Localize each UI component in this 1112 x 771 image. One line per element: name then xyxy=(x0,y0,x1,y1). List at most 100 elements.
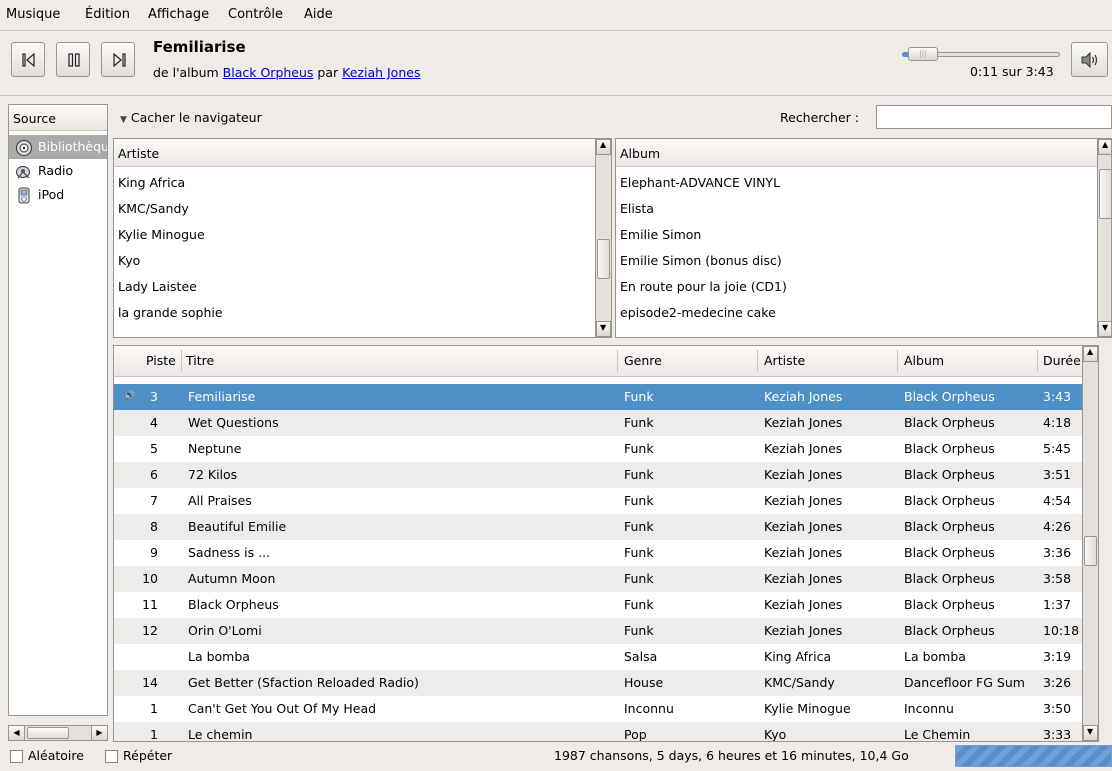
table-row[interactable]: 5 Neptune Funk Keziah Jones Black Orpheus 5:4… xyxy=(114,436,1098,462)
track-title: All Praises xyxy=(188,493,252,508)
scroll-up-icon[interactable]: ▲ xyxy=(1083,346,1098,362)
scroll-left-icon[interactable]: ◀ xyxy=(9,726,25,740)
table-row[interactable]: 8 Beautiful Emilie Funk Keziah Jones Black O… xyxy=(114,514,1098,540)
pause-button[interactable] xyxy=(56,42,90,77)
source-header[interactable]: Source xyxy=(9,105,107,131)
seek-thumb[interactable]: ||| xyxy=(908,47,938,61)
table-row[interactable]: 14 Get Better (Sfaction Reloaded Radio) Ho… xyxy=(114,670,1098,696)
sidebar-item-ipod[interactable]: iPod xyxy=(9,183,107,207)
sidebar-item-radio[interactable]: Radio xyxy=(9,159,107,183)
volume-button[interactable] xyxy=(1071,42,1108,77)
album-row[interactable]: Elista xyxy=(616,193,1111,219)
artist-row[interactable]: Lady Laistee xyxy=(114,271,611,297)
column-header-album[interactable]: Album xyxy=(904,353,944,368)
column-header-title[interactable]: Titre xyxy=(186,353,214,368)
table-row[interactable]: 9 Sadness is ... Funk Keziah Jones Black Orp… xyxy=(114,540,1098,566)
search-input[interactable] xyxy=(876,105,1112,129)
shuffle-checkbox[interactable] xyxy=(10,750,23,763)
track-list-header: Piste Titre Genre Artiste Album Durée xyxy=(114,346,1098,377)
sidebar-item-library[interactable]: Bibliothèque xyxy=(9,135,107,159)
table-row[interactable]: 1 Le chemin Pop Kyo Le Chemin 3:33 xyxy=(114,722,1098,742)
sidebar-item-label: Bibliothèque xyxy=(38,139,107,154)
column-header-track[interactable]: Piste xyxy=(146,353,176,368)
artist-vscrollbar[interactable]: ▲ ▼ xyxy=(595,139,611,337)
scroll-thumb[interactable] xyxy=(1099,169,1111,219)
scroll-up-icon[interactable]: ▲ xyxy=(596,139,611,155)
artist-row[interactable]: la grande sophie xyxy=(114,297,611,323)
track-genre: Funk xyxy=(624,493,654,508)
menu-aide[interactable]: Aide xyxy=(304,7,333,22)
menu-controle[interactable]: Contrôle xyxy=(228,7,283,22)
track-genre: Funk xyxy=(624,623,654,638)
triangle-down-icon: ▼ xyxy=(120,115,127,125)
track-title: Can't Get You Out Of My Head xyxy=(188,701,377,716)
album-link[interactable]: Black Orpheus xyxy=(223,65,314,80)
repeat-checkbox[interactable] xyxy=(105,750,118,763)
track-album: Black Orpheus xyxy=(904,467,995,482)
scroll-thumb[interactable] xyxy=(1084,536,1097,566)
table-row[interactable]: 6 72 Kilos Funk Keziah Jones Black Orpheus 3:… xyxy=(114,462,1098,488)
table-row[interactable]: 4 Wet Questions Funk Keziah Jones Black Orph… xyxy=(114,410,1098,436)
track-genre: Pop xyxy=(624,727,647,742)
track-album: Le Chemin xyxy=(904,727,971,742)
track-genre: Funk xyxy=(624,545,654,560)
scroll-right-icon[interactable]: ▶ xyxy=(91,726,107,740)
next-button[interactable] xyxy=(101,42,135,77)
table-row[interactable]: 1 Can't Get You Out Of My Head Inconnu Kyli… xyxy=(114,696,1098,722)
artist-link[interactable]: Keziah Jones xyxy=(342,65,420,80)
repeat-label[interactable]: Répéter xyxy=(123,748,172,763)
album-row[interactable]: Emilie Simon (bonus disc) xyxy=(616,245,1111,271)
table-row[interactable]: 7 All Praises Funk Keziah Jones Black Orpheu… xyxy=(114,488,1098,514)
shuffle-label[interactable]: Aléatoire xyxy=(28,748,84,763)
track-title: Orin O'Lomi xyxy=(188,623,262,638)
scroll-up-icon[interactable]: ▲ xyxy=(1098,139,1111,155)
table-row[interactable]: 🔊 3 Femiliarise Funk Keziah Jones Black Orphe… xyxy=(114,384,1098,410)
album-row[interactable]: episode2-medecine cake xyxy=(616,297,1111,323)
track-genre: Funk xyxy=(624,389,654,404)
artist-column-header[interactable]: Artiste xyxy=(114,139,611,167)
radio-icon xyxy=(16,166,30,179)
artist-row[interactable]: Kyo xyxy=(114,245,611,271)
column-header-duration[interactable]: Durée xyxy=(1043,353,1081,368)
seek-slider[interactable]: ||| xyxy=(902,47,1060,61)
column-header-genre[interactable]: Genre xyxy=(624,353,662,368)
table-row[interactable]: 10 Autumn Moon Funk Keziah Jones Black Orphe… xyxy=(114,566,1098,592)
track-duration: 4:54 xyxy=(1043,493,1072,508)
scroll-down-icon[interactable]: ▼ xyxy=(1098,321,1111,337)
album-row[interactable]: En route pour la joie (CD1) xyxy=(616,271,1111,297)
track-artist: King Africa xyxy=(764,649,832,664)
album-row[interactable]: Elephant-ADVANCE VINYL xyxy=(616,167,1111,193)
album-column-header[interactable]: Album xyxy=(616,139,1111,167)
track-duration: 3:26 xyxy=(1043,675,1072,690)
track-number: 1 xyxy=(150,727,158,742)
track-genre: Funk xyxy=(624,571,654,586)
hide-browser-toggle[interactable]: ▼ Cacher le navigateur xyxy=(120,110,262,125)
artist-row[interactable]: KMC/Sandy xyxy=(114,193,611,219)
source-pane: Source Bibliothèque Radio iPod xyxy=(8,104,108,716)
artist-row[interactable]: King Africa xyxy=(114,167,611,193)
track-title: Sadness is ... xyxy=(188,545,271,560)
track-artist: Keziah Jones xyxy=(764,545,843,560)
scroll-thumb[interactable] xyxy=(27,727,69,739)
source-hscrollbar[interactable]: ◀ ▶ xyxy=(8,725,108,741)
track-genre: Inconnu xyxy=(624,701,674,716)
menu-edition[interactable]: Édition xyxy=(85,7,130,22)
artist-row[interactable]: Kylie Minogue xyxy=(114,219,611,245)
scroll-thumb[interactable] xyxy=(597,239,610,279)
table-row[interactable]: 12 Orin O'Lomi Funk Keziah Jones Black Orphe… xyxy=(114,618,1098,644)
scroll-down-icon[interactable]: ▼ xyxy=(1083,725,1098,741)
table-row[interactable]: 11 Black Orpheus Funk Keziah Jones Black Orp… xyxy=(114,592,1098,618)
menu-affichage[interactable]: Affichage xyxy=(148,7,209,22)
previous-button[interactable] xyxy=(11,42,45,77)
artist-browser: Artiste King Africa KMC/Sandy Kylie Mino… xyxy=(113,138,612,338)
table-row[interactable]: La bomba Salsa King Africa La bomba 3:19 xyxy=(114,644,1098,670)
track-artist: Kylie Minogue xyxy=(764,701,851,716)
album-vscrollbar[interactable]: ▲ ▼ xyxy=(1097,139,1111,337)
column-header-artist[interactable]: Artiste xyxy=(764,353,805,368)
library-icon xyxy=(16,140,32,156)
track-album: Black Orpheus xyxy=(904,571,995,586)
tracks-vscrollbar[interactable]: ▲ ▼ xyxy=(1082,346,1098,741)
scroll-down-icon[interactable]: ▼ xyxy=(596,321,611,337)
album-row[interactable]: Emilie Simon xyxy=(616,219,1111,245)
menu-musique[interactable]: Musique xyxy=(6,7,60,22)
